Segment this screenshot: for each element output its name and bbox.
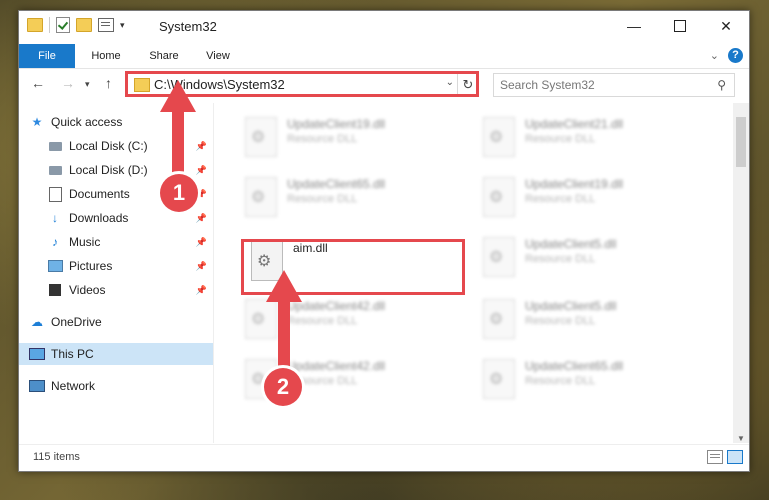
annotation-arrows — [160, 80, 302, 384]
step-marker-2: 2 — [264, 368, 302, 406]
step-marker-1: 1 — [160, 174, 198, 212]
